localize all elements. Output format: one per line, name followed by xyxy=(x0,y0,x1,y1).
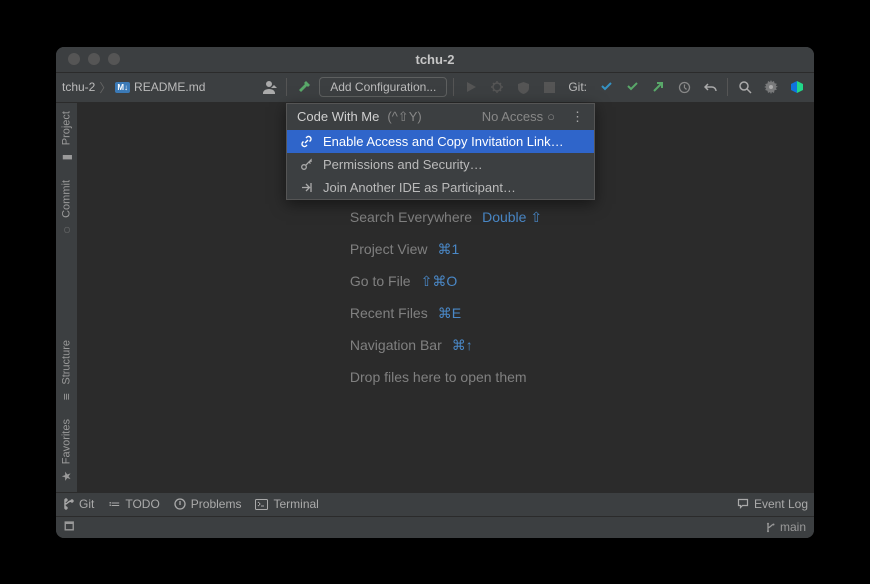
sidebar-tab-structure[interactable]: ≡ Structure xyxy=(56,332,77,412)
commit-icon: ◌ xyxy=(59,226,73,233)
popup-header: Code With Me (^⇧Y) No Access ○ ⋮ xyxy=(287,104,594,130)
key-icon xyxy=(299,158,313,171)
bottom-tool-bar: Git ≔ TODO Problems Terminal Event Log xyxy=(56,492,814,516)
bottom-tab-problems[interactable]: Problems xyxy=(174,497,242,511)
git-label: Git: xyxy=(568,80,587,94)
branch-icon xyxy=(765,522,776,533)
markdown-file-icon: M↓ xyxy=(115,82,130,93)
bottom-tab-todo[interactable]: ≔ TODO xyxy=(108,497,159,511)
star-icon: ★ xyxy=(59,471,73,482)
add-configuration-button[interactable]: Add Configuration... xyxy=(319,77,447,97)
hint-drop-files: Drop files here to open them xyxy=(350,369,527,385)
left-tool-gutter: ▮ Project ◌ Commit ≡ Structure ★ Favorit… xyxy=(56,103,78,492)
hint-search-everywhere: Search Everywhere Double ⇧ xyxy=(350,209,542,226)
window-title: tchu-2 xyxy=(56,52,814,67)
history-icon[interactable] xyxy=(673,76,695,98)
bottom-tab-git[interactable]: Git xyxy=(62,497,94,511)
run-coverage-icon[interactable] xyxy=(512,76,534,98)
status-bar: 🗖 main xyxy=(56,516,814,538)
sidebar-tab-favorites[interactable]: ★ Favorites xyxy=(56,411,77,491)
popup-item-join[interactable]: Join Another IDE as Participant… xyxy=(287,176,594,199)
breadcrumb-project[interactable]: tchu-2 xyxy=(62,80,95,94)
popup-item-label: Enable Access and Copy Invitation Link… xyxy=(323,134,564,149)
editor-empty-state: Code With Me (^⇧Y) No Access ○ ⋮ Enable … xyxy=(78,103,814,492)
sidebar-tab-commit[interactable]: ◌ Commit xyxy=(56,172,77,245)
link-icon xyxy=(299,135,313,148)
popup-status: No Access ○ xyxy=(482,109,555,124)
separator xyxy=(453,78,454,96)
popup-item-permissions[interactable]: Permissions and Security… xyxy=(287,153,594,176)
more-vertical-icon[interactable]: ⋮ xyxy=(571,109,584,125)
debug-icon[interactable] xyxy=(486,76,508,98)
build-hammer-icon[interactable] xyxy=(293,76,315,98)
empty-state-hints: Search Everywhere Double ⇧ Project View … xyxy=(350,209,542,385)
speech-bubble-icon xyxy=(737,498,749,510)
code-with-me-icon[interactable] xyxy=(786,76,808,98)
separator xyxy=(727,78,728,96)
hint-navigation-bar: Navigation Bar ⌘↑ xyxy=(350,337,473,354)
search-icon[interactable] xyxy=(734,76,756,98)
terminal-icon xyxy=(255,499,268,510)
user-dropdown-icon[interactable] xyxy=(258,76,280,98)
main-toolbar: tchu-2 〉 M↓ README.md Add Configuration.… xyxy=(56,73,814,103)
window-controls xyxy=(68,53,120,65)
popup-item-label: Join Another IDE as Participant… xyxy=(323,180,516,195)
breadcrumb-file[interactable]: README.md xyxy=(134,80,205,94)
git-update-icon[interactable] xyxy=(595,76,617,98)
structure-icon: ≡ xyxy=(59,393,73,400)
close-window-button[interactable] xyxy=(68,53,80,65)
sidebar-tab-project[interactable]: ▮ Project xyxy=(56,103,77,172)
rollback-icon[interactable] xyxy=(699,76,721,98)
titlebar: tchu-2 xyxy=(56,47,814,73)
popup-shortcut: (^⇧Y) xyxy=(387,109,421,125)
popup-item-label: Permissions and Security… xyxy=(323,157,483,172)
minimize-window-button[interactable] xyxy=(88,53,100,65)
breadcrumb-separator: 〉 xyxy=(99,79,111,96)
list-icon: ≔ xyxy=(108,497,120,511)
git-branch-widget[interactable]: main xyxy=(765,520,806,534)
hint-project-view: Project View ⌘1 xyxy=(350,241,459,258)
popup-title: Code With Me xyxy=(297,109,379,124)
popup-item-enable-access[interactable]: Enable Access and Copy Invitation Link… xyxy=(287,130,594,153)
status-dot-icon: ○ xyxy=(547,109,555,124)
breadcrumb[interactable]: tchu-2 〉 M↓ README.md xyxy=(62,79,205,96)
git-commit-icon[interactable] xyxy=(621,76,643,98)
git-push-icon[interactable] xyxy=(647,76,669,98)
body-area: ▮ Project ◌ Commit ≡ Structure ★ Favorit… xyxy=(56,103,814,492)
code-with-me-popup: Code With Me (^⇧Y) No Access ○ ⋮ Enable … xyxy=(286,103,595,200)
tool-window-toggle-icon[interactable]: 🗖 xyxy=(64,518,74,537)
hint-go-to-file: Go to File ⇧⌘O xyxy=(350,273,457,290)
folder-icon: ▮ xyxy=(59,153,73,160)
branch-icon xyxy=(62,498,74,510)
stop-icon[interactable] xyxy=(538,76,560,98)
warning-icon xyxy=(174,498,186,510)
bottom-tab-event-log[interactable]: Event Log xyxy=(737,497,808,511)
run-icon[interactable] xyxy=(460,76,482,98)
separator xyxy=(286,78,287,96)
settings-gear-icon[interactable] xyxy=(760,76,782,98)
join-arrow-icon xyxy=(299,181,313,194)
hint-recent-files: Recent Files ⌘E xyxy=(350,305,461,322)
ide-window: tchu-2 tchu-2 〉 M↓ README.md Add Configu… xyxy=(56,47,814,538)
maximize-window-button[interactable] xyxy=(108,53,120,65)
bottom-tab-terminal[interactable]: Terminal xyxy=(255,497,318,511)
